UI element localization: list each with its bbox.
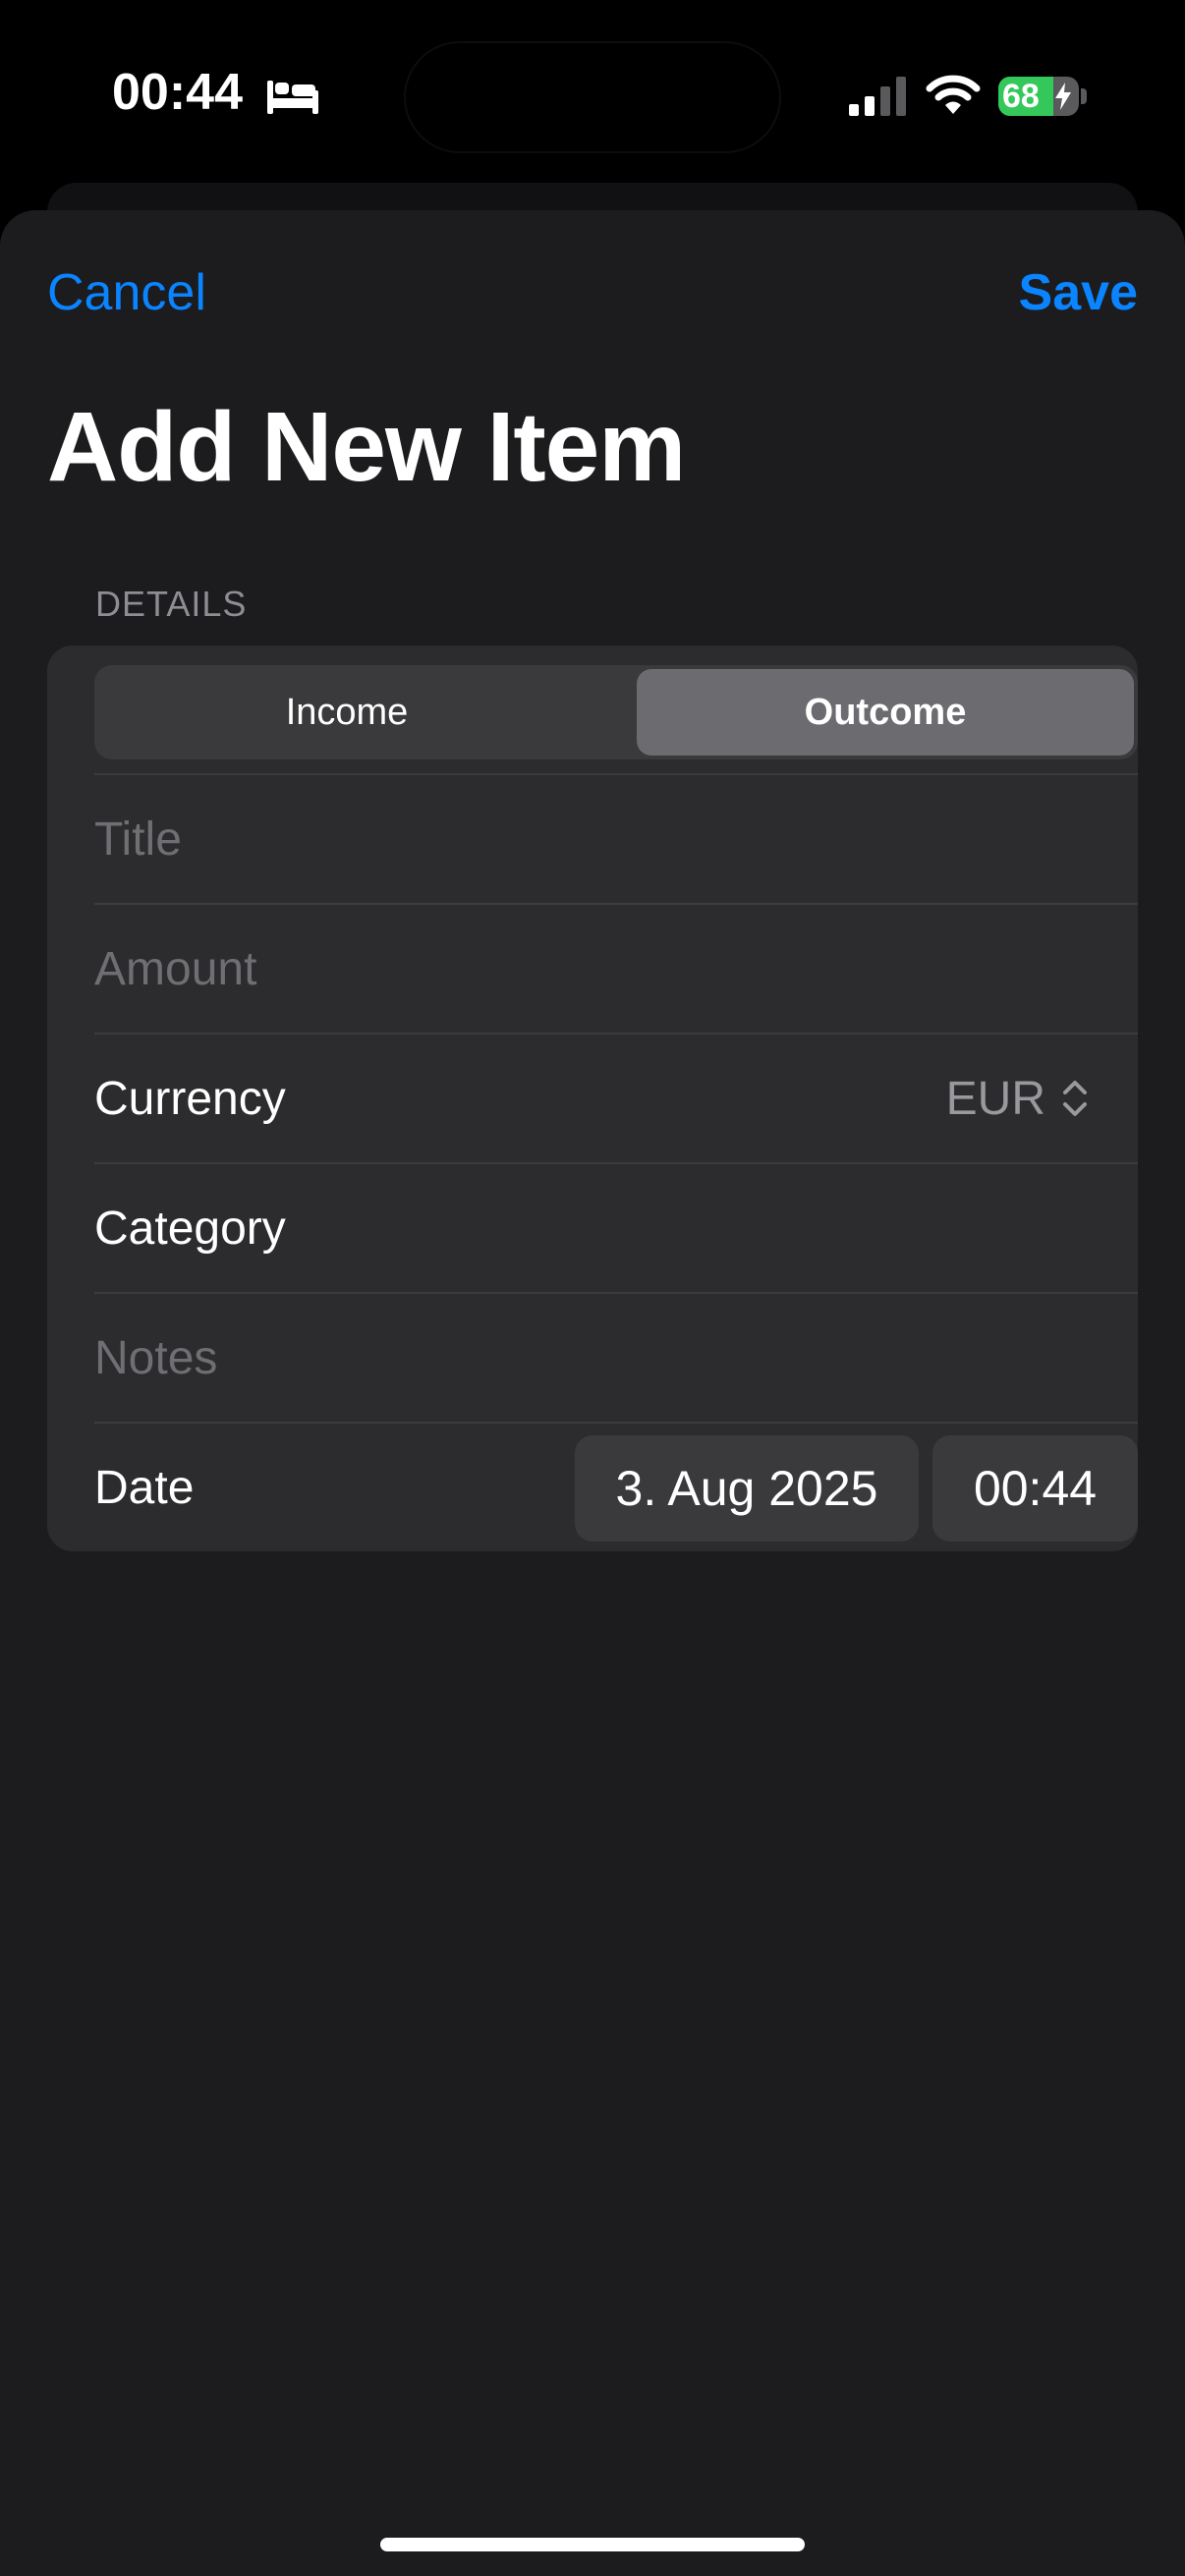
- page-title: Add New Item: [47, 392, 686, 502]
- notes-placeholder: Notes: [94, 1331, 218, 1384]
- amount-field[interactable]: Amount: [94, 903, 1138, 1033]
- status-bar: 00:44 68: [0, 0, 1185, 187]
- bed-icon: [267, 81, 318, 114]
- battery-cap: [1081, 88, 1087, 104]
- wifi-icon: [926, 75, 981, 114]
- segment-income[interactable]: Income: [98, 669, 595, 756]
- battery-indicator: 68: [998, 77, 1079, 116]
- type-segmented-control: Income Outcome: [94, 665, 1138, 759]
- currency-picker[interactable]: EUR: [946, 1035, 1091, 1162]
- currency-label: Currency: [94, 1072, 286, 1125]
- dynamic-island: [406, 43, 779, 151]
- details-form: Income Outcome Title Amount Currency EUR…: [47, 645, 1138, 1551]
- time-picker-button[interactable]: 00:44: [932, 1435, 1138, 1541]
- segment-outcome[interactable]: Outcome: [637, 669, 1134, 756]
- cancel-button[interactable]: Cancel: [47, 263, 206, 322]
- date-row: Date 3. Aug 2025 00:44: [94, 1422, 1138, 1551]
- category-row[interactable]: Category: [94, 1162, 1138, 1292]
- status-time: 00:44: [112, 64, 243, 121]
- currency-value: EUR: [945, 1072, 1045, 1125]
- chevron-up-down-icon: [1063, 1081, 1087, 1116]
- currency-row: Currency EUR: [94, 1033, 1138, 1162]
- amount-placeholder: Amount: [94, 942, 257, 995]
- bolt-icon: [1055, 83, 1071, 110]
- date-label: Date: [94, 1461, 195, 1514]
- battery-percent: 68: [1002, 78, 1040, 115]
- title-field[interactable]: Title: [94, 773, 1138, 903]
- date-picker-button[interactable]: 3. Aug 2025: [575, 1435, 919, 1541]
- save-button[interactable]: Save: [1019, 263, 1138, 322]
- cellular-signal-icon: [849, 77, 906, 116]
- category-label: Category: [94, 1202, 286, 1255]
- home-indicator[interactable]: [380, 2538, 805, 2551]
- title-placeholder: Title: [94, 812, 182, 866]
- notes-field[interactable]: Notes: [94, 1292, 1138, 1422]
- section-header-details: DETAILS: [95, 584, 248, 624]
